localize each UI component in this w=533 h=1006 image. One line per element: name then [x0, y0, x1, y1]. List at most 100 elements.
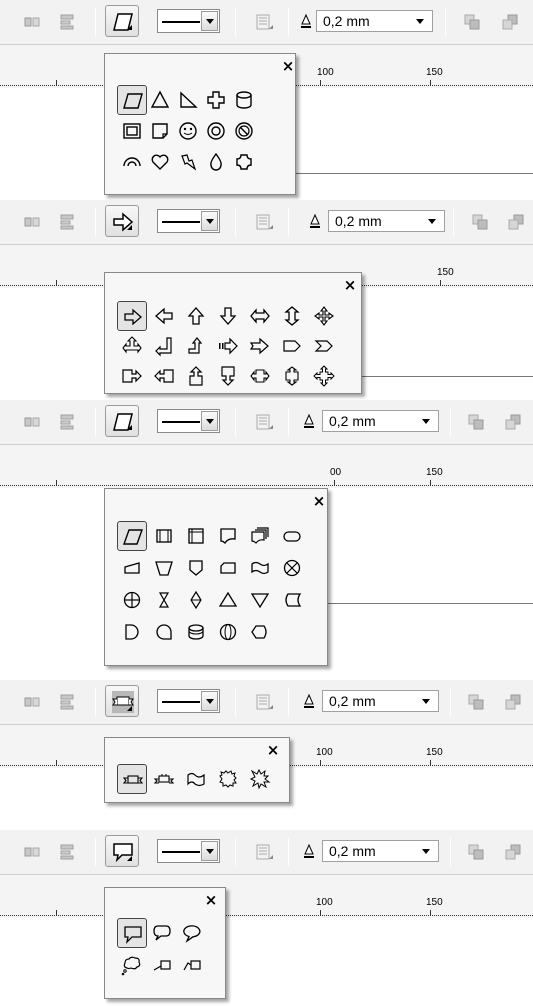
rounded-callout-shape[interactable]	[147, 918, 177, 948]
to-back-icon[interactable]	[503, 412, 523, 432]
text-wrap-icon[interactable]	[254, 212, 274, 232]
align-icon[interactable]	[22, 12, 42, 32]
distribute-icon[interactable]	[57, 692, 77, 712]
close-icon[interactable]: ×	[280, 58, 296, 74]
outline-width-select[interactable]: 0,2 mm	[322, 840, 439, 862]
quad-arrow-shape[interactable]	[309, 301, 339, 331]
align-icon[interactable]	[22, 412, 42, 432]
frame-shape[interactable]	[117, 116, 147, 146]
distribute-icon[interactable]	[57, 412, 77, 432]
close-icon[interactable]: ×	[265, 742, 281, 758]
outline-width-select[interactable]: 0,2 mm	[316, 10, 433, 32]
outline-width-select[interactable]: 0,2 mm	[322, 410, 439, 432]
donut-shape[interactable]	[201, 116, 231, 146]
rectangular-callout-shape[interactable]	[117, 918, 147, 948]
flowchart-manual-input-shape[interactable]	[117, 553, 147, 583]
right-arrow-shape[interactable]	[117, 301, 147, 331]
line-style-dropdown[interactable]	[157, 689, 220, 713]
left-right-arrow-callout-shape[interactable]	[245, 361, 275, 391]
shape-tool-button[interactable]	[105, 5, 139, 37]
flowchart-or-shape[interactable]	[117, 585, 147, 615]
align-icon[interactable]	[22, 212, 42, 232]
flowchart-direct-access-shape[interactable]	[213, 617, 243, 647]
cylinder-shape[interactable]	[229, 85, 259, 115]
outline-width-select[interactable]: 0,2 mm	[322, 690, 439, 712]
close-icon[interactable]: ×	[203, 892, 219, 908]
line-callout-shape[interactable]	[147, 950, 177, 980]
flowchart-sort-shape[interactable]	[181, 585, 211, 615]
close-icon[interactable]: ×	[311, 493, 327, 509]
flowchart-manual-operation-shape[interactable]	[149, 553, 179, 583]
parallelogram-shape[interactable]	[117, 85, 147, 115]
chevron-down-icon[interactable]	[201, 11, 218, 31]
no-symbol-shape[interactable]	[229, 116, 259, 146]
to-back-icon[interactable]	[506, 212, 526, 232]
wave-banner-shape[interactable]	[181, 764, 211, 794]
flowchart-multidocument-shape[interactable]	[245, 521, 275, 551]
oval-callout-shape[interactable]	[177, 918, 207, 948]
text-wrap-icon[interactable]	[254, 842, 274, 862]
lightning-shape[interactable]	[173, 147, 203, 177]
flowchart-extract-shape[interactable]	[213, 585, 243, 615]
notched-right-arrow-shape[interactable]	[245, 331, 275, 361]
bent-up-arrow-shape[interactable]	[181, 331, 211, 361]
flowchart-display-shape[interactable]	[245, 617, 275, 647]
flowchart-merge-shape[interactable]	[245, 585, 275, 615]
left-arrow-shape[interactable]	[149, 301, 179, 331]
align-icon[interactable]	[22, 692, 42, 712]
flowchart-delay-shape[interactable]	[117, 617, 147, 647]
flowchart-stored-data-shape[interactable]	[277, 585, 307, 615]
right-arrow-callout-shape[interactable]	[117, 361, 147, 391]
cross-shape[interactable]	[201, 85, 231, 115]
chevron-down-icon[interactable]	[428, 219, 436, 224]
bent-left-arrow-shape[interactable]	[149, 331, 179, 361]
shape-tool-button[interactable]	[105, 405, 139, 437]
up-arrow-shape[interactable]	[181, 301, 211, 331]
explosion-shape[interactable]	[213, 764, 243, 794]
chevron-down-icon[interactable]	[201, 691, 218, 711]
explosion-2-shape[interactable]	[245, 764, 275, 794]
left-arrow-callout-shape[interactable]	[149, 361, 179, 391]
text-wrap-icon[interactable]	[254, 412, 274, 432]
flowchart-off-page-connector-shape[interactable]	[181, 553, 211, 583]
flowchart-magnetic-disk-shape[interactable]	[181, 617, 211, 647]
shape-tool-button[interactable]	[105, 685, 139, 717]
to-front-icon[interactable]	[470, 212, 490, 232]
folded-corner-shape[interactable]	[145, 116, 175, 146]
flowchart-data-shape[interactable]	[117, 521, 147, 551]
to-front-icon[interactable]	[466, 412, 486, 432]
line-callout-2-shape[interactable]	[177, 950, 207, 980]
to-front-icon[interactable]	[466, 842, 486, 862]
flowchart-internal-storage-shape[interactable]	[181, 521, 211, 551]
triangle-shape[interactable]	[145, 85, 175, 115]
up-down-arrow-callout-shape[interactable]	[277, 361, 307, 391]
chevron-down-icon[interactable]	[201, 411, 218, 431]
flowchart-collate-shape[interactable]	[149, 585, 179, 615]
line-style-dropdown[interactable]	[157, 409, 220, 433]
text-wrap-icon[interactable]	[254, 692, 274, 712]
to-front-icon[interactable]	[466, 692, 486, 712]
chevron-arrow-shape[interactable]	[309, 331, 339, 361]
left-right-up-arrow-shape[interactable]	[117, 331, 147, 361]
flowchart-card-shape[interactable]	[213, 553, 243, 583]
plaque-shape[interactable]	[229, 147, 259, 177]
outline-width-select[interactable]: 0,2 mm	[328, 210, 445, 232]
to-back-icon[interactable]	[503, 842, 523, 862]
right-triangle-shape[interactable]	[173, 85, 203, 115]
flowchart-sequential-access-shape[interactable]	[149, 617, 179, 647]
to-back-icon[interactable]	[500, 12, 520, 32]
chevron-down-icon[interactable]	[201, 211, 218, 231]
up-arrow-callout-shape[interactable]	[181, 361, 211, 391]
flowchart-predefined-process-shape[interactable]	[149, 521, 179, 551]
striped-right-arrow-shape[interactable]	[213, 331, 243, 361]
align-icon[interactable]	[22, 842, 42, 862]
flowchart-document-shape[interactable]	[213, 521, 243, 551]
arc-shape[interactable]	[117, 147, 147, 177]
line-style-dropdown[interactable]	[157, 9, 220, 33]
drop-shape[interactable]	[201, 147, 231, 177]
cloud-callout-shape[interactable]	[117, 950, 147, 980]
flowchart-punched-tape-shape[interactable]	[245, 553, 275, 583]
chevron-down-icon[interactable]	[416, 19, 424, 24]
pentagon-arrow-shape[interactable]	[277, 331, 307, 361]
quad-arrow-callout-shape[interactable]	[309, 361, 339, 391]
